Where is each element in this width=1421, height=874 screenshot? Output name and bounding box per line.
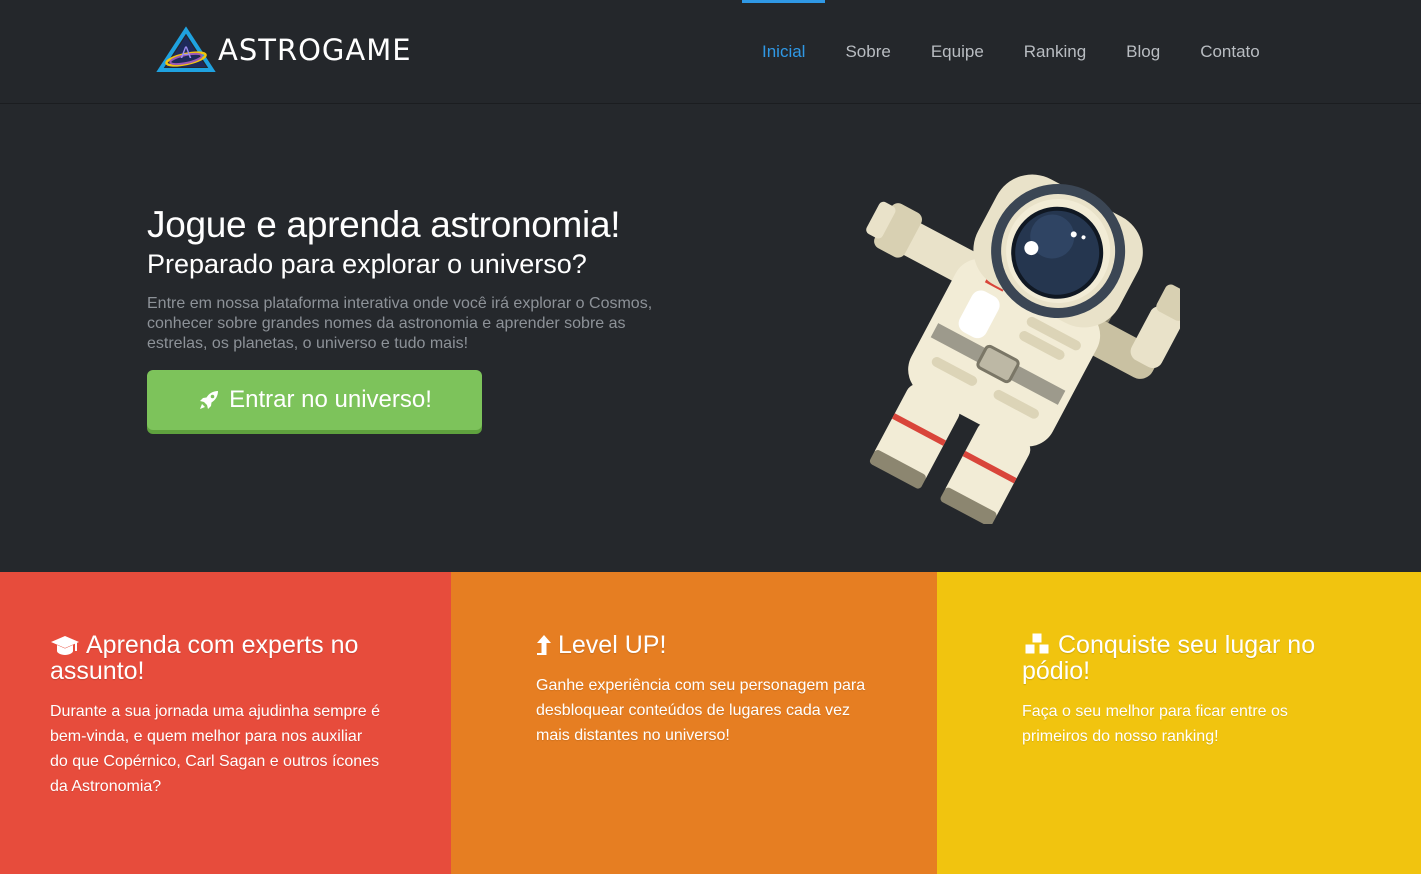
cubes-icon (1024, 632, 1050, 655)
level-up-icon (537, 635, 551, 655)
rocket-icon (200, 391, 219, 409)
feature-podium-text: Faça o seu melhor para ficar entre os pr… (1022, 703, 1288, 745)
feature-experts-text: Durante a sua jornada uma ajudinha sempr… (50, 703, 380, 795)
brand-logo[interactable]: A ASTROGAME (156, 26, 412, 74)
feature-level-up-text: Ganhe experiência com seu personagem par… (536, 677, 866, 744)
hero-subtitle: Preparado para explorar o universo? (147, 249, 587, 279)
main-nav: Inicial Sobre Equipe Ranking Blog Contat… (742, 0, 1280, 104)
enter-universe-button[interactable]: Entrar no universo! (147, 370, 482, 430)
feature-podium-title: Conquiste seu lugar no pódio! (1022, 632, 1352, 684)
features-section: Aprenda com experts no assunto! Durante … (0, 572, 1421, 874)
hero-section: Jogue e aprenda astronomia! Preparado pa… (0, 104, 1421, 572)
nav-item-blog[interactable]: Blog (1106, 0, 1180, 104)
feature-podium-title-text: Conquiste seu lugar no pódio! (1022, 631, 1316, 685)
feature-experts-title: Aprenda com experts no assunto! (50, 632, 380, 684)
graduation-cap-icon (51, 636, 79, 655)
nav-item-sobre[interactable]: Sobre (825, 0, 910, 104)
nav-item-ranking[interactable]: Ranking (1004, 0, 1106, 104)
feature-experts: Aprenda com experts no assunto! Durante … (0, 572, 451, 874)
brand-name: ASTROGAME (218, 33, 412, 67)
feature-podium: Conquiste seu lugar no pódio! Faça o seu… (937, 572, 1421, 874)
hero-title: Jogue e aprenda astronomia! (147, 204, 621, 245)
astrogame-logo-icon: A (156, 26, 216, 72)
nav-item-inicial[interactable]: Inicial (742, 0, 826, 104)
enter-universe-label: Entrar no universo! (229, 386, 432, 413)
feature-level-up: Level UP! Ganhe experiência com seu pers… (451, 572, 937, 874)
feature-level-up-title: Level UP! (536, 632, 866, 658)
astronaut-illustration (866, 174, 1180, 524)
hero-description: Entre em nossa plataforma interativa ond… (147, 295, 653, 352)
feature-experts-title-text: Aprenda com experts no assunto! (50, 631, 359, 685)
svg-text:A: A (181, 43, 192, 62)
feature-level-up-title-text: Level UP! (558, 631, 667, 659)
top-navbar: A ASTROGAME Inicial Sobre Equipe Ranking… (0, 0, 1421, 104)
nav-item-contato[interactable]: Contato (1180, 0, 1280, 104)
nav-item-equipe[interactable]: Equipe (911, 0, 1004, 104)
